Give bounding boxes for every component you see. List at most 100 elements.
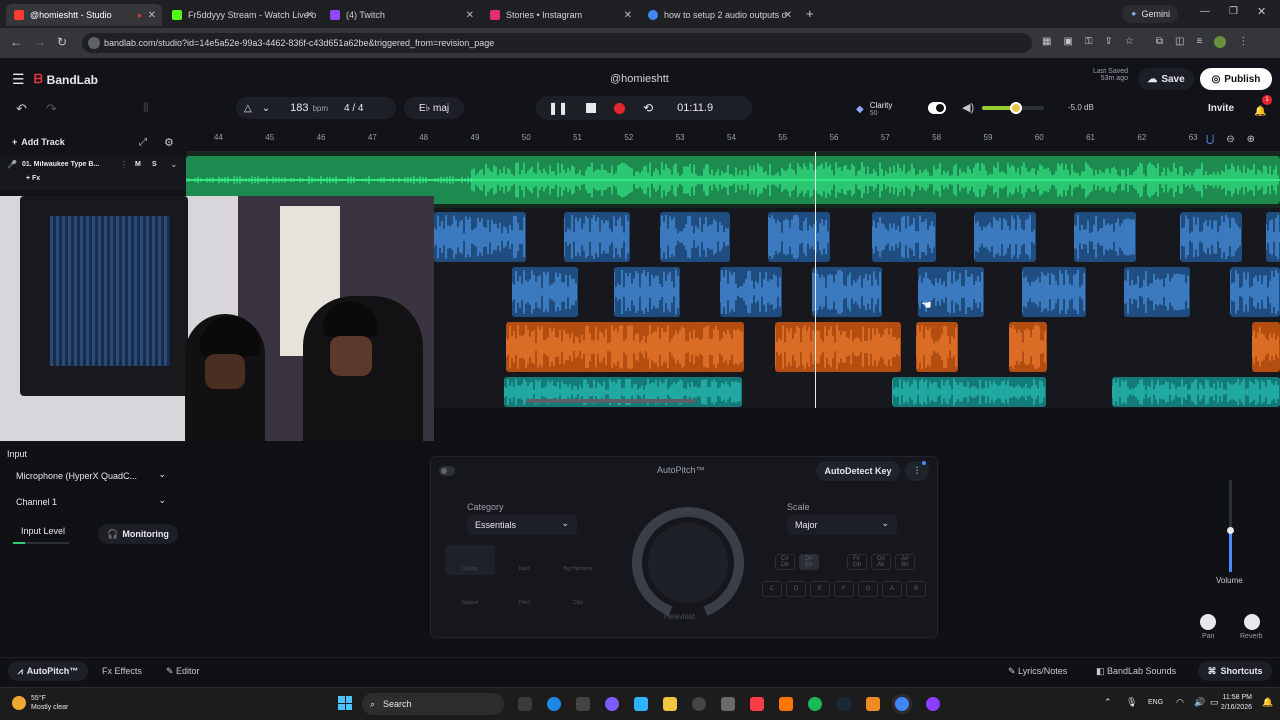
- pan-knob[interactable]: [1200, 614, 1216, 630]
- weather-widget[interactable]: 55°F Mostly clear: [12, 694, 68, 712]
- track-options-icon[interactable]: ⋮: [120, 160, 128, 169]
- solo-button[interactable]: S: [152, 161, 157, 168]
- horizontal-scrollbar[interactable]: [526, 399, 696, 403]
- chevron-down-icon[interactable]: ⌄: [170, 159, 178, 170]
- volume-knob[interactable]: [1227, 526, 1234, 534]
- chevron-down-icon[interactable]: ⌄: [262, 103, 270, 114]
- undo-icon[interactable]: ↶: [16, 101, 27, 117]
- style-option-chip[interactable]: Chip: [553, 579, 603, 609]
- address-bar[interactable]: bandlab.com/studio?id=14e5a52e-99a3-4462…: [82, 33, 1032, 53]
- shortcuts-button[interactable]: ⌘ Shortcuts: [1198, 661, 1272, 681]
- audio-clip[interactable]: [872, 212, 936, 262]
- close-tab-icon[interactable]: ✕: [624, 10, 632, 21]
- audio-clip[interactable]: [1074, 212, 1136, 262]
- stop-icon[interactable]: [586, 103, 597, 113]
- track-name[interactable]: 01. Milwaukee Type B...: [22, 161, 112, 168]
- clarity-value[interactable]: 50: [870, 110, 893, 117]
- audio-clip[interactable]: [775, 322, 901, 372]
- tab-autopitch[interactable]: ⩘ AutoPitch™: [8, 661, 88, 681]
- reload-icon[interactable]: ↻: [57, 35, 67, 49]
- key-button-sharp[interactable]: G# Ab: [871, 554, 891, 570]
- share-icon[interactable]: ⇪: [1105, 36, 1113, 48]
- audio-clip[interactable]: [720, 267, 782, 317]
- style-option-classic[interactable]: Classic: [445, 545, 495, 575]
- audio-clip[interactable]: [506, 322, 744, 372]
- audio-clip[interactable]: [1124, 267, 1190, 317]
- clock[interactable]: 11:58 PM 2/16/2026: [1214, 693, 1252, 713]
- key-button-sharp[interactable]: D# Eb: [799, 554, 819, 570]
- key-button-natural[interactable]: B: [906, 581, 926, 597]
- tab-editor[interactable]: ✎ Editor: [166, 666, 200, 677]
- volume-tray-icon[interactable]: 🔊: [1194, 697, 1205, 708]
- pause-icon[interactable]: ❚❚: [548, 101, 568, 115]
- timeline-ruler[interactable]: 44 45 46 47 48 49 50 51 52 53 54 55 56 57 58 59 60 61 62 63: [186, 130, 1280, 152]
- record-icon[interactable]: [614, 102, 626, 114]
- volume-fader[interactable]: [1227, 480, 1234, 572]
- maximize-icon[interactable]: ❐: [1229, 6, 1238, 17]
- apple-music-icon[interactable]: [750, 697, 764, 711]
- audio-clip[interactable]: [892, 377, 1046, 407]
- speaker-icon[interactable]: ◀): [962, 101, 974, 114]
- mixer-settings-icon[interactable]: ⚙: [164, 136, 174, 149]
- app-icon[interactable]: [576, 697, 590, 711]
- key-selector[interactable]: E♭ maj: [404, 97, 464, 119]
- downloads-icon[interactable]: ≡: [1196, 36, 1202, 48]
- add-track-button[interactable]: + Add Track: [12, 137, 65, 147]
- monitoring-button[interactable]: 🎧 Monitoring: [98, 524, 178, 544]
- audio-clip[interactable]: [1252, 322, 1280, 372]
- playhead[interactable]: [815, 152, 816, 408]
- style-option-big-harmony[interactable]: Big Harmony: [553, 545, 603, 575]
- zoom-in-icon[interactable]: ⊕: [1247, 134, 1255, 145]
- category-select[interactable]: Essentials ⌄: [467, 515, 577, 535]
- browser-tab-instagram[interactable]: Stories • Instagram ✕: [482, 4, 638, 26]
- autopitch-power-toggle[interactable]: [439, 466, 455, 476]
- key-button-sharp[interactable]: A# Bb: [895, 554, 915, 570]
- heaviness-knob[interactable]: [648, 523, 728, 603]
- audio-clip[interactable]: [1180, 212, 1242, 262]
- hamburger-menu-icon[interactable]: ☰: [12, 71, 25, 88]
- minimize-icon[interactable]: —: [1200, 6, 1210, 17]
- style-option-natural[interactable]: Natural: [445, 579, 495, 609]
- spotify-icon[interactable]: [808, 697, 822, 711]
- grid-snap-icon[interactable]: ⦀: [143, 100, 149, 116]
- cast-icon[interactable]: ▣: [1063, 36, 1072, 48]
- close-window-icon[interactable]: ✕: [1257, 5, 1266, 18]
- password-icon[interactable]: ⚿: [1085, 36, 1093, 48]
- chrome-icon[interactable]: [895, 697, 909, 711]
- wifi-icon[interactable]: ◠: [1176, 697, 1184, 708]
- audio-clip[interactable]: [916, 322, 958, 372]
- add-fx-button[interactable]: + Fx: [26, 175, 40, 182]
- new-tab-icon[interactable]: +: [806, 6, 814, 21]
- publish-button[interactable]: ◎ Publish: [1200, 68, 1272, 90]
- file-explorer-icon[interactable]: [663, 697, 677, 711]
- autopitch-settings-button[interactable]: ⫶: [905, 461, 929, 481]
- tab-effects[interactable]: Fx Effects: [102, 666, 142, 676]
- redo-icon[interactable]: ↷: [46, 101, 57, 117]
- key-button-natural[interactable]: G: [858, 581, 878, 597]
- audio-clip[interactable]: [512, 267, 578, 317]
- audio-clip[interactable]: [660, 212, 730, 262]
- input-channel-select[interactable]: Channel 1 ⌄: [8, 492, 174, 512]
- metronome-icon[interactable]: △: [244, 103, 252, 114]
- bpm-value[interactable]: 183: [290, 102, 308, 114]
- browser-tab-kick[interactable]: Fr5ddyyy Stream - Watch Live o ✕: [164, 4, 320, 26]
- fl-studio-icon[interactable]: [866, 697, 880, 711]
- bookmark-star-icon[interactable]: ☆: [1125, 36, 1134, 48]
- time-signature[interactable]: 4 / 4: [344, 103, 363, 114]
- audio-clip[interactable]: [768, 212, 830, 262]
- audio-clip[interactable]: [1266, 212, 1280, 262]
- key-button-natural[interactable]: A: [882, 581, 902, 597]
- site-info-icon[interactable]: [88, 37, 100, 49]
- close-tab-icon[interactable]: ✕: [784, 10, 792, 21]
- master-volume-knob[interactable]: [1010, 102, 1023, 114]
- profile-avatar[interactable]: [1214, 36, 1227, 48]
- obs-icon[interactable]: [926, 697, 940, 711]
- forward-icon[interactable]: →: [34, 35, 46, 49]
- magnet-icon[interactable]: ⋃: [1206, 134, 1214, 145]
- tray-chevron-icon[interactable]: ⌃: [1104, 697, 1112, 708]
- scale-select[interactable]: Major ⌄: [787, 515, 897, 535]
- loop-icon[interactable]: ⟲: [643, 101, 653, 115]
- track-header-1[interactable]: 🎤 01. Milwaukee Type B... ⋮ M S ⌄ + Fx: [0, 156, 186, 190]
- mute-button[interactable]: M: [135, 161, 141, 168]
- autodetect-key-button[interactable]: AutoDetect Key: [816, 461, 900, 481]
